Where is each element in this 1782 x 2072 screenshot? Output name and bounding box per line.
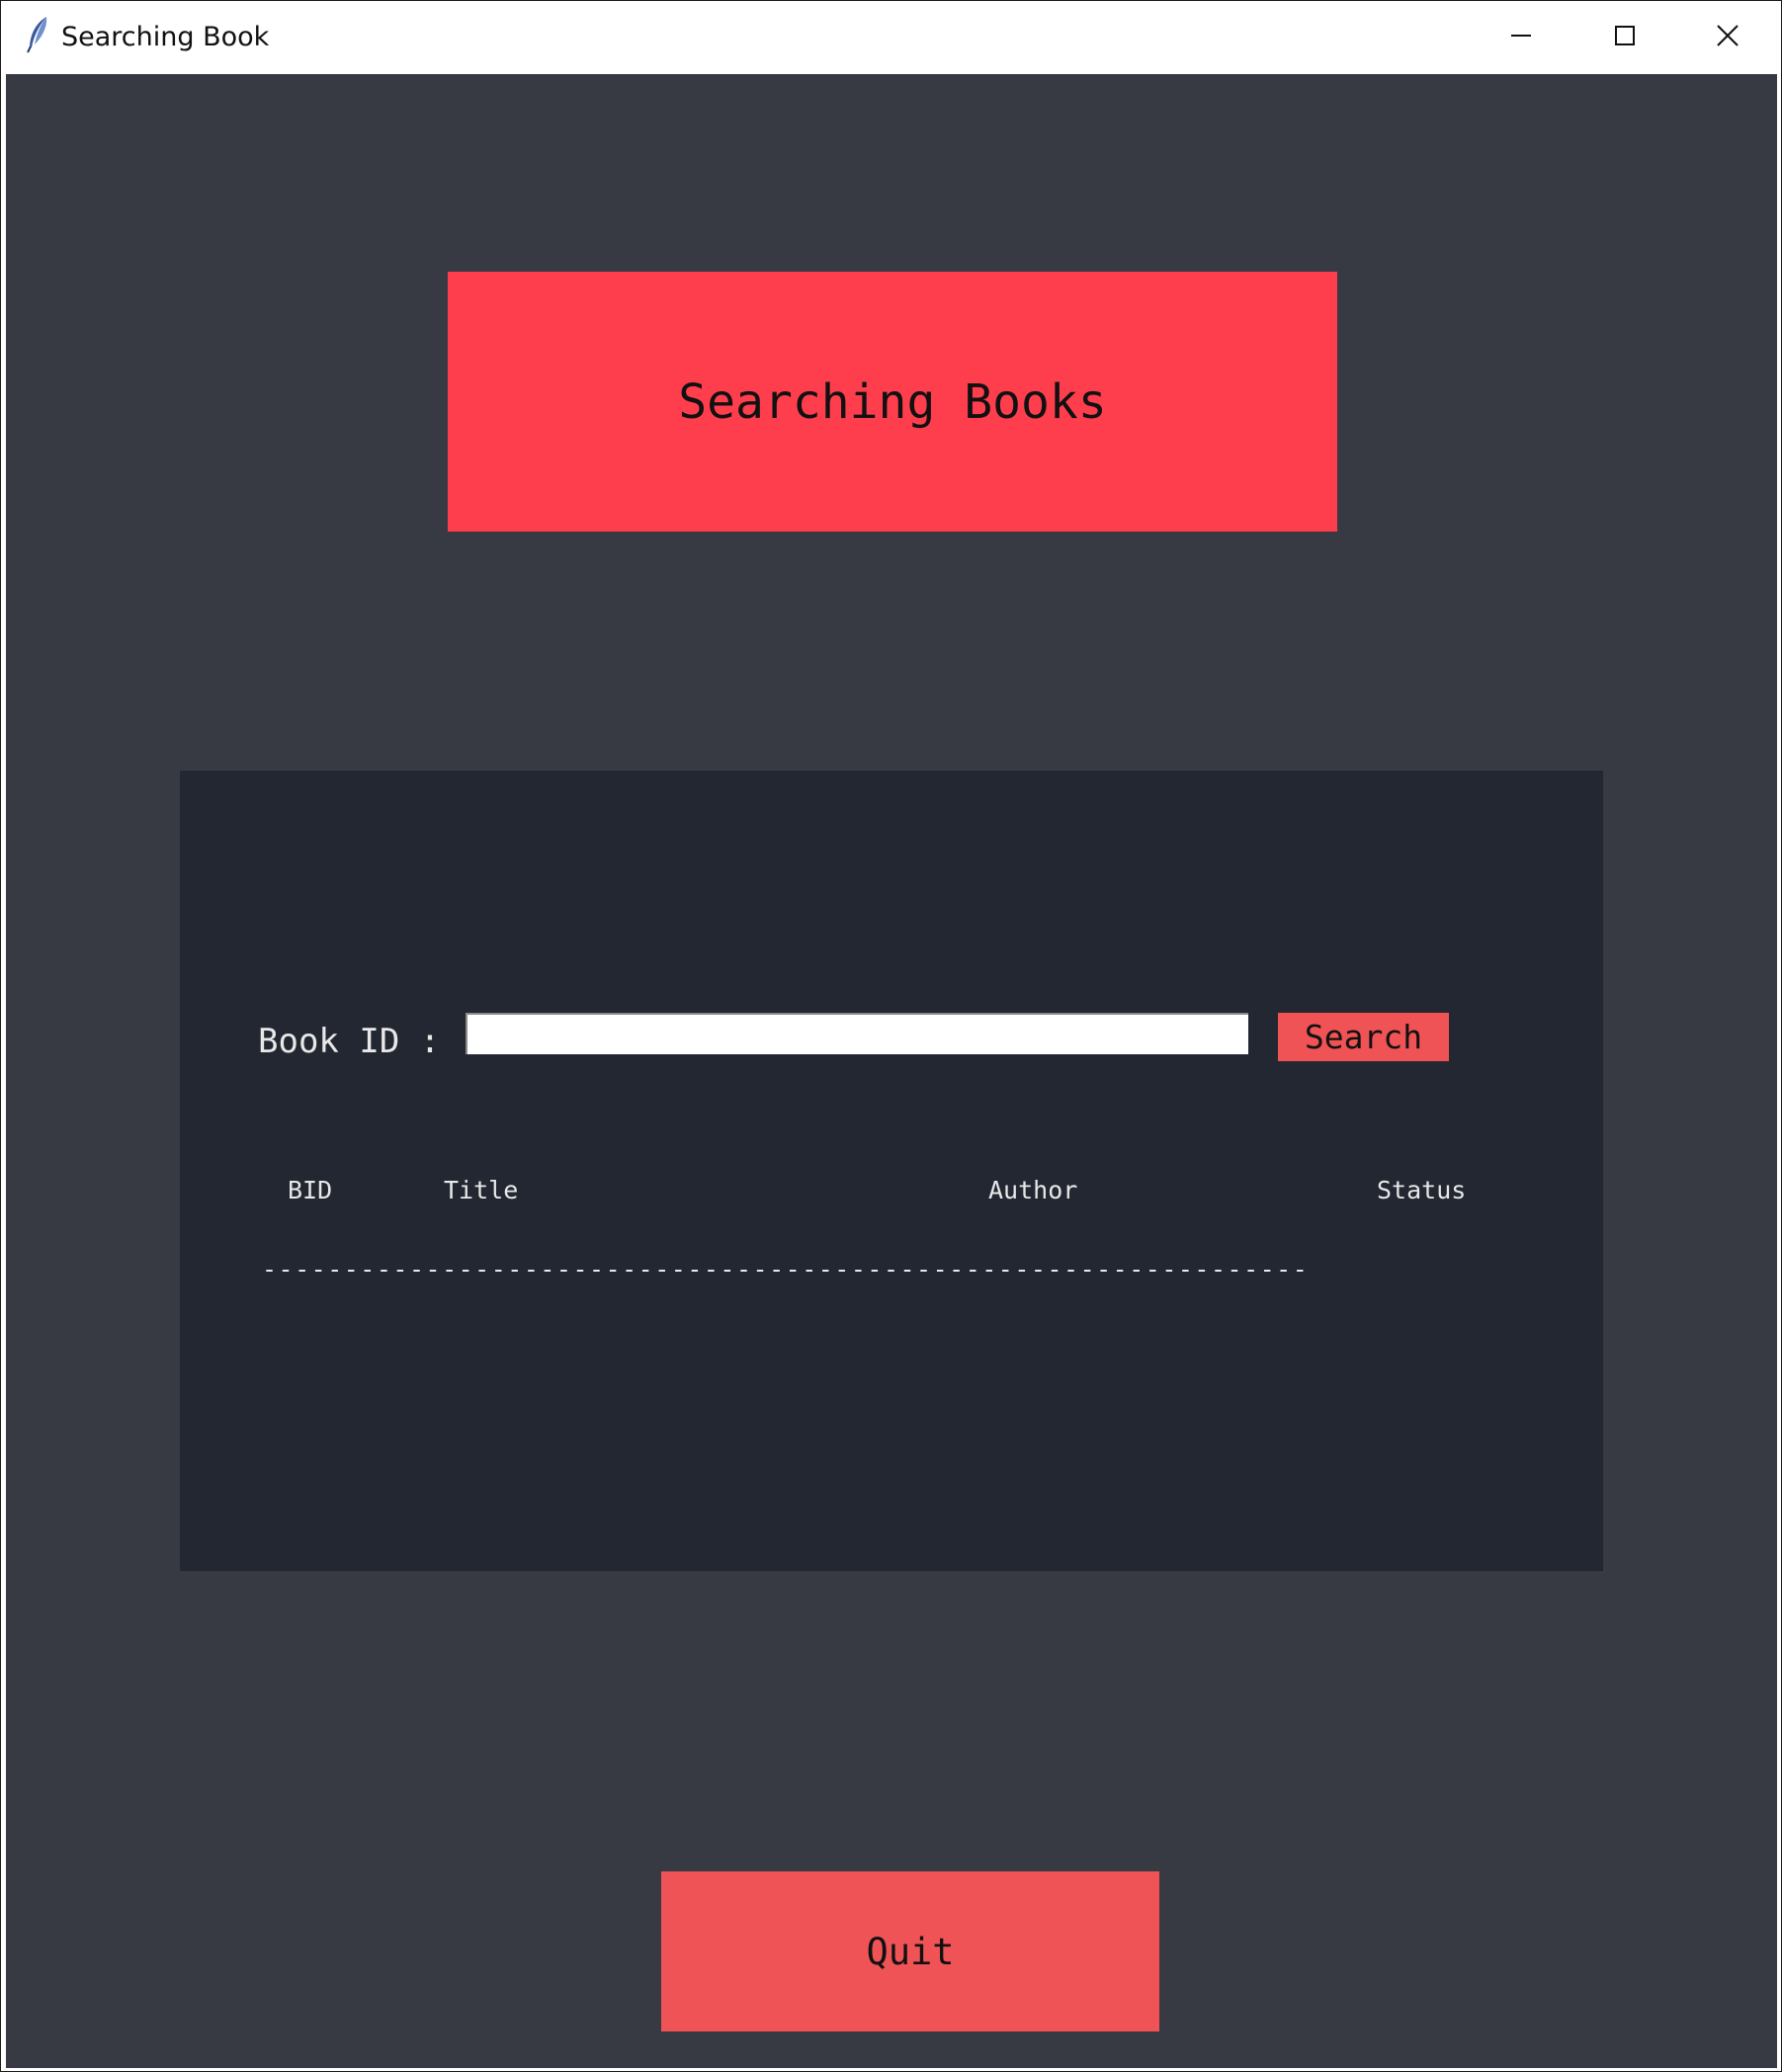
book-id-label: Book ID : [258,1022,441,1061]
book-id-input[interactable] [466,1013,1248,1054]
close-icon [1717,25,1739,46]
search-panel: Book ID : Search BID Title Author Status… [180,771,1603,1571]
feather-icon [23,15,52,54]
title-bar[interactable]: Searching Book [1,1,1781,74]
close-button[interactable] [1678,1,1777,70]
table-separator: ----------------------------------------… [262,1255,1310,1284]
minimize-icon [1511,35,1531,37]
maximize-button[interactable] [1575,1,1674,70]
window-title: Searching Book [61,22,270,52]
app-window: Searching Book Searching Books Book ID :… [0,0,1782,2072]
window-content: Searching Books Book ID : Search BID Tit… [6,74,1777,2068]
quit-button[interactable]: Quit [661,1871,1159,2031]
column-header-status: Status [1377,1176,1467,1204]
search-button[interactable]: Search [1278,1013,1449,1061]
minimize-button[interactable] [1472,1,1570,70]
column-header-author: Author [988,1176,1078,1204]
column-header-bid: BID [288,1176,333,1204]
page-title: Searching Books [678,373,1107,430]
maximize-icon [1615,26,1635,45]
column-header-title: Title [444,1176,519,1204]
heading-banner: Searching Books [448,272,1337,532]
